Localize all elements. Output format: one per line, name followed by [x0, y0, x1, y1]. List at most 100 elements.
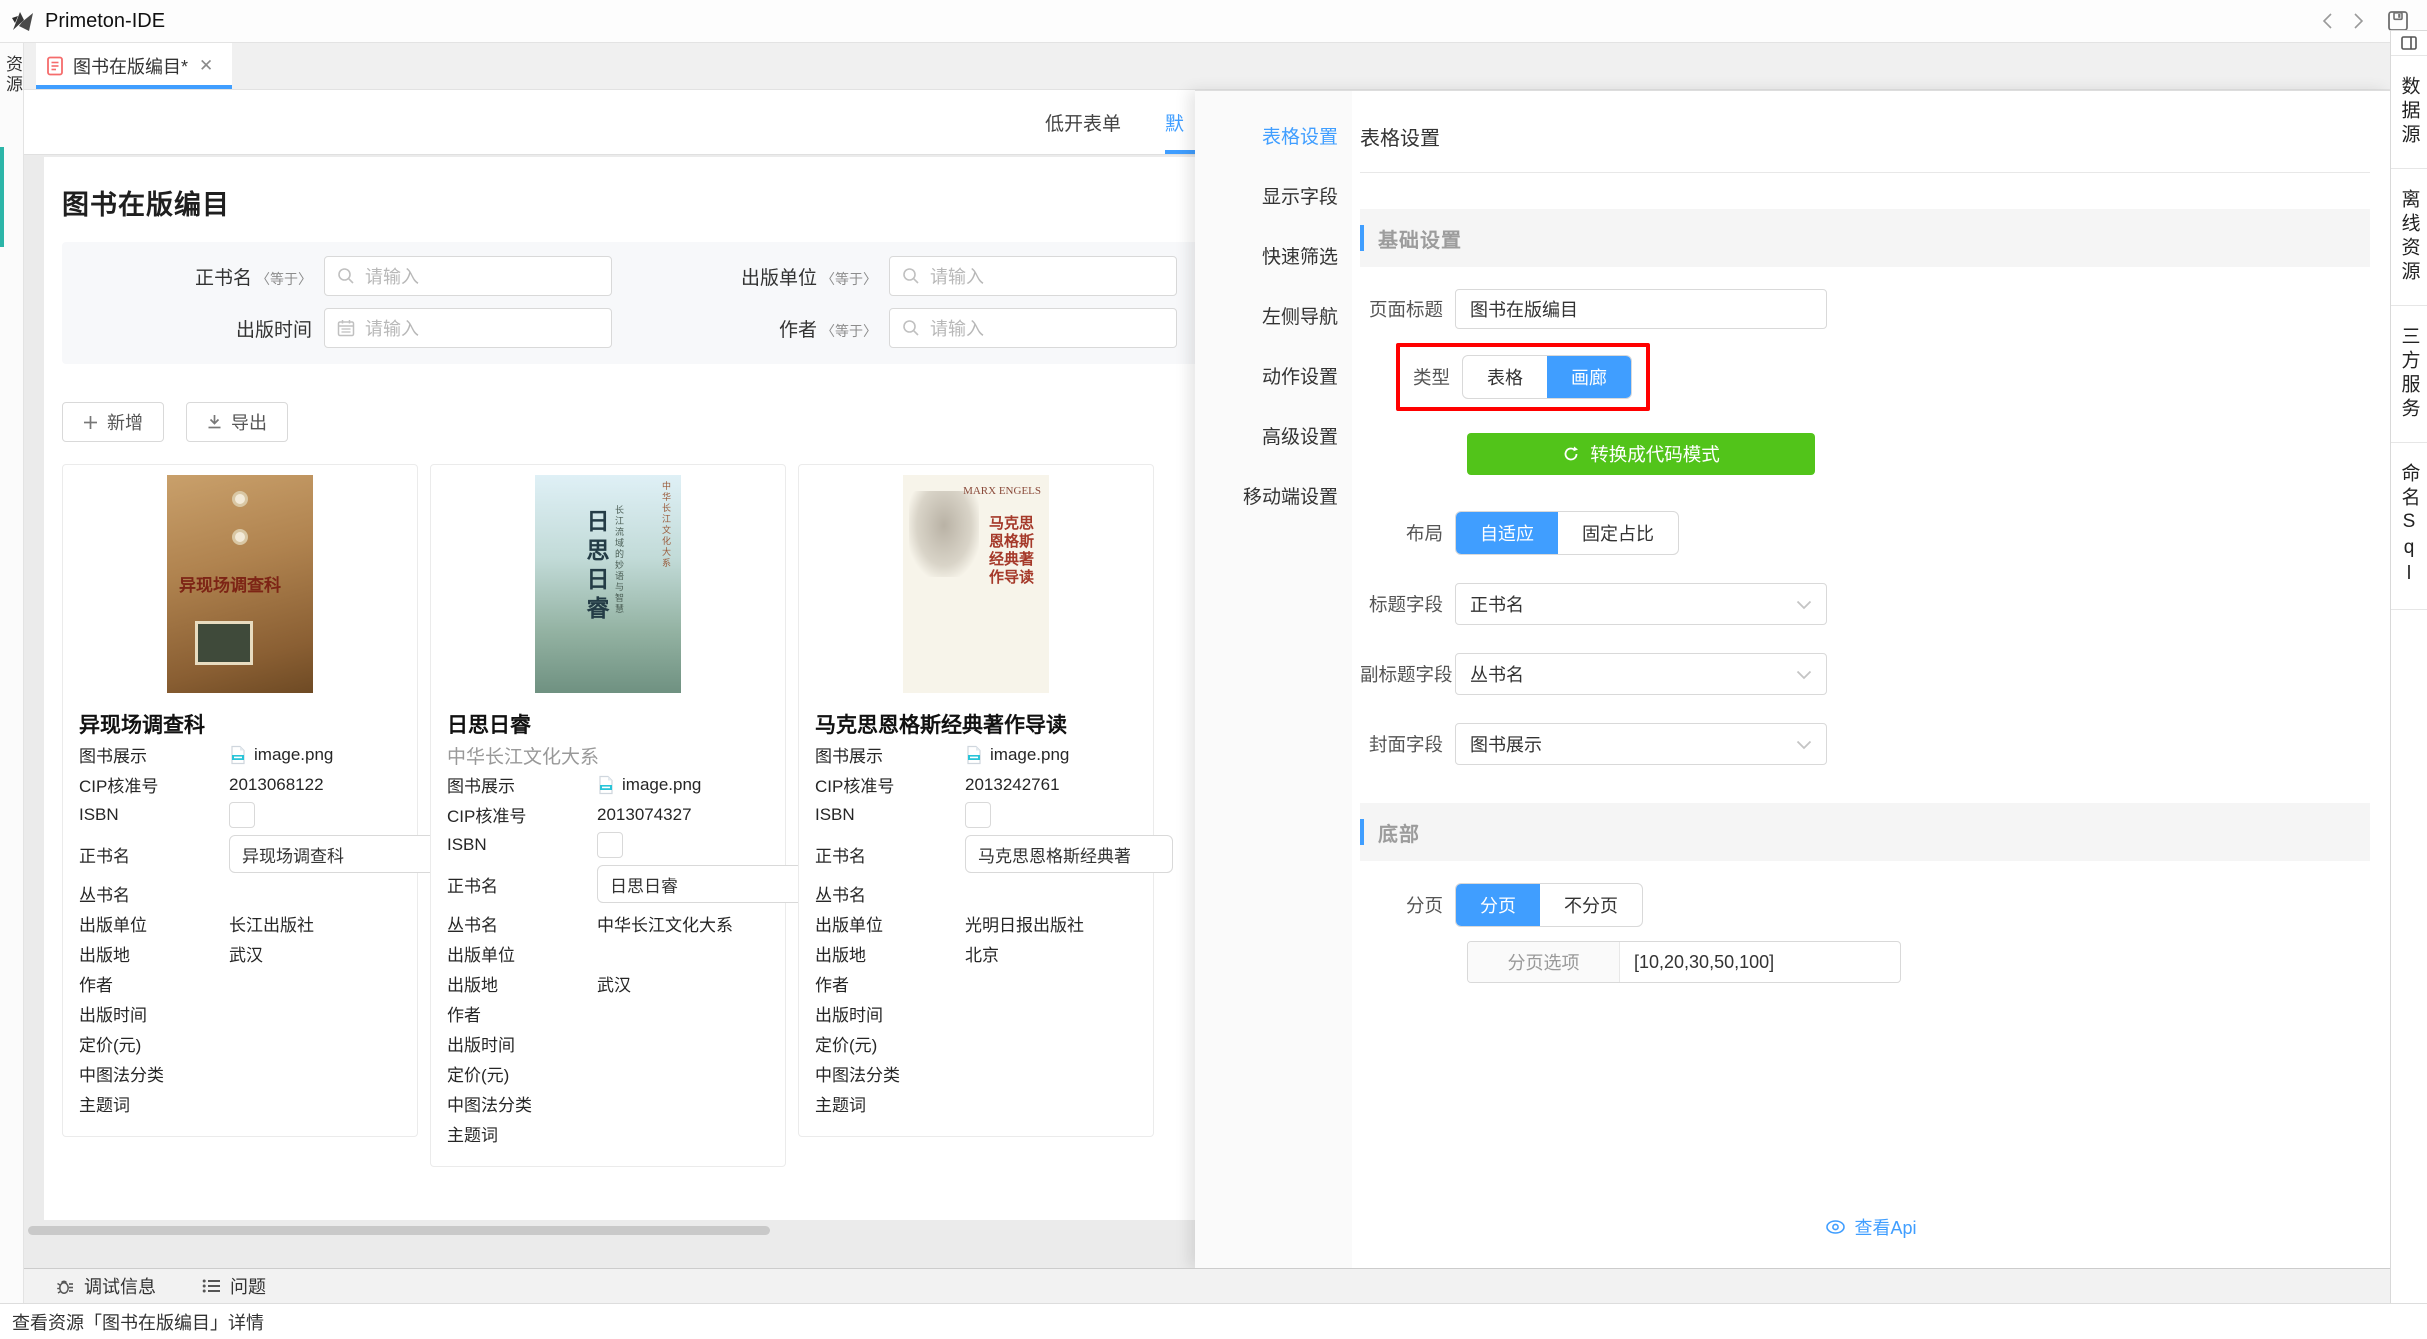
card-field-row: 出版单位长江出版社	[79, 909, 401, 938]
radio-option-固定占比[interactable]: 固定占比	[1558, 512, 1678, 554]
search-input[interactable]: 请输入	[889, 308, 1177, 348]
settings-nav: 表格设置显示字段快速筛选左侧导航动作设置高级设置移动端设置	[1195, 91, 1352, 1268]
card-field-label: 出版单位	[815, 911, 965, 936]
card-field-row: ISBN	[815, 800, 1137, 829]
page-title-input[interactable]: 图书在版编目	[1455, 289, 1827, 329]
page-preview: 图书在版编目 正书名〈等于〉请输入出版单位〈等于〉请输入出版时间请输入作者〈等于…	[44, 157, 1195, 1220]
debug-info-button[interactable]: 调试信息	[56, 1273, 156, 1299]
panel-layout-icon[interactable]	[2391, 31, 2427, 56]
card-field-label: 出版地	[447, 971, 597, 996]
history-back-icon[interactable]	[2313, 6, 2343, 36]
settings-nav-左侧导航[interactable]: 左侧导航	[1195, 285, 1352, 345]
isbn-checkbox[interactable]	[229, 802, 255, 828]
close-tab-icon[interactable]: ✕	[199, 56, 213, 76]
settings-nav-动作设置[interactable]: 动作设置	[1195, 345, 1352, 405]
card-field-row: 中图法分类	[79, 1059, 401, 1088]
problems-label: 问题	[230, 1273, 266, 1299]
card-field-value	[597, 942, 769, 966]
file-tab-active[interactable]: 图书在版编目* ✕	[36, 43, 232, 89]
problems-button[interactable]: 问题	[202, 1273, 266, 1299]
card-field-row: CIP核准号2013068122	[79, 770, 401, 799]
radio-option-画廊[interactable]: 画廊	[1547, 356, 1631, 398]
add-button[interactable]: 新增	[62, 402, 164, 442]
settings-content: 表格设置 基础设置 页面标题 图书在版编目 类型 表格画廊 转换成代码模式	[1352, 91, 2390, 1268]
cover-caption: 长江流域的妙语与智慧	[613, 505, 626, 615]
field-select-rows: 标题字段正书名副标题字段丛书名封面字段图书展示	[1360, 583, 2370, 765]
history-forward-icon[interactable]	[2343, 6, 2373, 36]
book-card[interactable]: 异现场调查科异现场调查科图书展示image.pngCIP核准号201306812…	[62, 464, 418, 1137]
card-field-row: 定价(元)	[79, 1029, 401, 1058]
field-select[interactable]: 正书名	[1455, 583, 1827, 625]
card-field-label: 定价(元)	[447, 1061, 597, 1086]
radio-option-自适应[interactable]: 自适应	[1456, 512, 1558, 554]
search-input[interactable]: 请输入	[324, 308, 612, 348]
search-field-label: 出版时间	[62, 315, 324, 342]
settings-nav-快速筛选[interactable]: 快速筛选	[1195, 225, 1352, 285]
select-label: 封面字段	[1360, 731, 1455, 757]
image-file-icon	[229, 745, 247, 765]
card-field-value: 2013074327	[597, 803, 769, 827]
book-card[interactable]: 中华长江文化大系日思日睿长江流域的妙语与智慧日思日睿中华长江文化大系图书展示im…	[430, 464, 786, 1167]
image-file-icon	[597, 775, 615, 795]
settings-nav-移动端设置[interactable]: 移动端设置	[1195, 465, 1352, 525]
isbn-checkbox[interactable]	[597, 832, 623, 858]
field-text: 2013068122	[229, 775, 324, 795]
gallery-cards: 异现场调查科异现场调查科图书展示image.pngCIP核准号201306812…	[62, 464, 1195, 1167]
rail-item-数据源[interactable]: 数据源	[2391, 56, 2427, 169]
isbn-checkbox[interactable]	[965, 802, 991, 828]
card-field-row: 图书展示image.png	[79, 740, 401, 769]
cover-title-en: MARX ENGELS	[963, 485, 1041, 498]
rail-item-命名Sql[interactable]: 命名Sql	[2391, 443, 2427, 610]
open-files-tabstrip: 图书在版编目* ✕	[24, 43, 2390, 90]
card-field-value: 光明日报出版社	[965, 911, 1137, 936]
annotation-highlight: 类型 表格画廊	[1396, 343, 1650, 411]
convert-to-code-button[interactable]: 转换成代码模式	[1467, 433, 1815, 475]
paging-options-input[interactable]: [10,20,30,50,100]	[1620, 942, 1900, 982]
card-body: 异现场调查科图书展示image.pngCIP核准号2013068122ISBN正…	[63, 697, 417, 1118]
field-select[interactable]: 图书展示	[1455, 723, 1827, 765]
export-button[interactable]: 导出	[186, 402, 288, 442]
card-field-row: 出版地武汉	[79, 939, 401, 968]
form-document-icon	[46, 56, 64, 76]
settings-nav-高级设置[interactable]: 高级设置	[1195, 405, 1352, 465]
card-title-input[interactable]: 异现场调查科	[229, 835, 437, 873]
settings-nav-显示字段[interactable]: 显示字段	[1195, 165, 1352, 225]
search-field: 作者〈等于〉请输入	[627, 308, 1195, 348]
card-field-row: 定价(元)	[447, 1059, 769, 1088]
cover-seal	[232, 491, 248, 507]
card-title-input[interactable]: 马克思恩格斯经典著	[965, 835, 1173, 873]
card-field-row: 主题词	[815, 1089, 1137, 1118]
list-toolbar: 新增 导出	[62, 402, 1195, 442]
operator-hint: 〈等于〉	[821, 323, 877, 339]
rail-item-离线资源[interactable]: 离线资源	[2391, 169, 2427, 306]
card-field-label: 丛书名	[815, 881, 965, 906]
card-field-value	[965, 1092, 1137, 1116]
file-name: image.png	[622, 775, 701, 795]
settings-nav-表格设置[interactable]: 表格设置	[1195, 105, 1352, 165]
rail-item-三方服务[interactable]: 三方服务	[2391, 306, 2427, 443]
cover-seal	[232, 529, 248, 545]
card-field-row: 出版单位	[447, 939, 769, 968]
card-field-value: 异现场调查科	[229, 830, 437, 878]
right-rail-items: 数据源离线资源三方服务命名Sql	[2391, 56, 2427, 610]
input-placeholder: 请输入	[930, 315, 984, 341]
card-field-value	[229, 882, 401, 906]
card-field-label: 图书展示	[447, 772, 597, 797]
view-api-link[interactable]: 查看Api	[1825, 1214, 1916, 1240]
search-input[interactable]: 请输入	[324, 256, 612, 296]
input-placeholder: 请输入	[365, 315, 419, 341]
radio-option-表格[interactable]: 表格	[1463, 356, 1547, 398]
card-field-label: 出版时间	[79, 1001, 229, 1026]
card-title-input[interactable]: 日思日睿	[597, 865, 805, 903]
card-field-row: ISBN	[447, 830, 769, 859]
field-select[interactable]: 丛书名	[1455, 653, 1827, 695]
tab-lowcode-form[interactable]: 低开表单	[1045, 90, 1121, 154]
book-card[interactable]: MARX ENGELS马克思恩格斯经典著作导读马克思恩格斯经典著作导读图书展示i…	[798, 464, 1154, 1137]
tab-default-form[interactable]: 默	[1165, 90, 1195, 154]
radio-option-不分页[interactable]: 不分页	[1540, 884, 1642, 926]
card-field-row: ISBN	[79, 800, 401, 829]
resources-rail-label[interactable]: 资源	[0, 55, 25, 95]
search-input[interactable]: 请输入	[889, 256, 1177, 296]
scrollbar-thumb[interactable]	[28, 1226, 770, 1235]
radio-option-分页[interactable]: 分页	[1456, 884, 1540, 926]
